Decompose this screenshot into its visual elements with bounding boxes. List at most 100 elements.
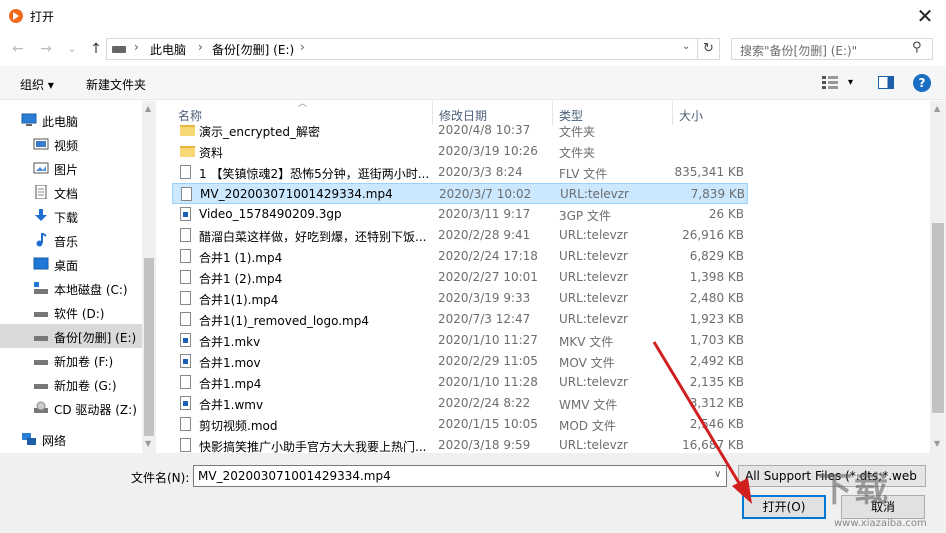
file-name: 合并1 (1).mp4 <box>199 251 283 265</box>
chevron-right-icon[interactable]: › <box>134 40 139 54</box>
breadcrumb-drive-e[interactable]: 备份[勿删] (E:) <box>212 41 294 58</box>
recent-locations-button[interactable]: ⌄ <box>62 40 82 58</box>
sidebar-item-label: 备份[勿删] (E:) <box>54 331 137 345</box>
back-button[interactable]: ← <box>8 40 28 58</box>
file-row[interactable]: 合并1 (2).mp4 2020/2/27 10:01 URL:televzr 1,3… <box>172 267 748 288</box>
sidebar-item-drive-c[interactable]: 本地磁盘 (C:) <box>0 276 142 300</box>
window-title: 打开 <box>30 10 55 24</box>
sidebar-item-drive-e[interactable]: 备份[勿删] (E:) <box>0 324 142 348</box>
file-type: URL:televzr <box>559 270 628 284</box>
file-icon <box>180 207 191 221</box>
drive-icon <box>34 336 48 341</box>
sidebar-item-cd-drive[interactable]: CD 驱动器 (Z:) <box>0 396 142 420</box>
file-size: 835,341 KB <box>674 165 744 179</box>
computer-icon <box>21 113 37 126</box>
sidebar-item-label: 新加卷 (F:) <box>54 355 114 369</box>
file-row[interactable]: Video_1578490209.3gp 2020/3/11 9:17 3GP 文件… <box>172 204 748 225</box>
file-date: 2020/4/8 10:37 <box>438 123 531 137</box>
drive-icon <box>34 384 48 389</box>
sidebar-item-documents[interactable]: 文档 <box>0 180 142 204</box>
sidebar-item-pictures[interactable]: 图片 <box>0 156 142 180</box>
file-name: 合并1.mkv <box>199 335 261 349</box>
sidebar-item-network[interactable]: 网络 <box>0 427 130 451</box>
breadcrumb-this-pc[interactable]: 此电脑 <box>150 41 186 58</box>
file-date: 2020/3/7 10:02 <box>439 187 532 201</box>
file-date: 2020/7/3 12:47 <box>438 312 531 326</box>
file-row[interactable]: MV_20200307100142933​4.mp4 2020/3/7 10:02… <box>172 183 748 204</box>
sidebar-item-label: 文档 <box>54 187 79 201</box>
up-button[interactable]: ↑ <box>86 40 106 58</box>
sidebar-scroll-thumb[interactable] <box>144 258 154 436</box>
sidebar-item-drive-d[interactable]: 软件 (D:) <box>0 300 142 324</box>
file-type: URL:televzr <box>559 438 628 452</box>
column-divider[interactable] <box>432 101 433 125</box>
sidebar-item-downloads[interactable]: 下载 <box>0 204 142 228</box>
watermark-url: www.xiazaiba.com <box>834 518 927 529</box>
file-icon <box>180 375 191 389</box>
file-row[interactable]: 醋溜白菜这样做，好吃到爆，还特别下饭... 2020/2/28 9:41 URL:t… <box>172 225 748 246</box>
view-dropdown-icon[interactable]: ▾ <box>848 77 853 88</box>
file-type: MKV 文件 <box>559 335 614 349</box>
file-type: 文件夹 <box>559 146 596 160</box>
sidebar-item-drive-f[interactable]: 新加卷 (F:) <box>0 348 142 372</box>
sidebar-item-label: 下载 <box>54 211 79 225</box>
file-list-scroll-thumb[interactable] <box>932 223 944 413</box>
column-header-name[interactable]: 名称 <box>178 107 202 124</box>
pictures-folder-icon <box>33 162 49 174</box>
scroll-up-icon[interactable]: ▲ <box>145 104 151 113</box>
documents-folder-icon <box>35 185 47 199</box>
desktop-icon <box>33 257 49 270</box>
sidebar-item-desktop[interactable]: 桌面 <box>0 252 142 276</box>
preview-pane-icon[interactable] <box>878 76 894 89</box>
app-icon <box>9 9 23 23</box>
view-options-icon[interactable] <box>822 76 838 90</box>
search-input[interactable]: 搜索"备份[勿删] (E:)" <box>731 38 933 60</box>
chevron-right-icon[interactable]: › <box>300 40 305 54</box>
chevron-down-icon[interactable]: ⌄ <box>682 41 690 52</box>
sidebar-item-videos[interactable]: 视频 <box>0 132 142 156</box>
file-name: 合并1 (2).mp4 <box>199 272 283 286</box>
file-date: 2020/1/10 11:27 <box>438 333 538 347</box>
sidebar-item-this-pc[interactable]: 此电脑 <box>0 108 130 132</box>
scroll-down-icon[interactable]: ▼ <box>145 439 151 448</box>
file-name: 合并1.mov <box>199 356 261 370</box>
file-name: 演示_encrypted_解密 <box>199 125 320 139</box>
file-date: 2020/2/29 11:05 <box>438 354 538 368</box>
file-row[interactable]: 1 【笑镇惊魂2】恐怖5分钟，逛街两小时... 2020/3/3 8:24 FLV … <box>172 162 748 183</box>
drive-icon <box>34 360 48 365</box>
file-row[interactable]: 合并1(1).mp4 2020/3/19 9:33 URL:televzr 2,480… <box>172 288 748 309</box>
column-header-date[interactable]: 修改日期 <box>439 107 487 124</box>
file-row[interactable]: 合并1(1)_removed_logo.mp4 2020/7/3 12:47 URL… <box>172 309 748 330</box>
search-icon[interactable]: ⚲ <box>912 40 922 55</box>
column-header-size[interactable]: 大小 <box>679 107 703 124</box>
file-name: MV_20200307100142933​4.mp4 <box>200 187 393 201</box>
address-bar[interactable] <box>106 38 698 60</box>
column-header-type[interactable]: 类型 <box>559 107 583 124</box>
organize-menu-button[interactable]: 组织 ▾ <box>20 76 54 93</box>
forward-button[interactable]: → <box>36 40 56 58</box>
drive-icon <box>34 312 48 317</box>
column-divider[interactable] <box>672 101 673 125</box>
column-divider[interactable] <box>552 101 553 125</box>
close-button[interactable]: ✕ <box>910 4 940 28</box>
help-icon[interactable]: ? <box>913 74 931 92</box>
download-icon <box>35 209 47 221</box>
file-size: 26 KB <box>708 207 744 221</box>
sidebar-item-drive-g[interactable]: 新加卷 (G:) <box>0 372 142 396</box>
sidebar-item-label: CD 驱动器 (Z:) <box>54 403 137 417</box>
sidebar-item-music[interactable]: 音乐 <box>0 228 142 252</box>
file-icon <box>180 165 191 179</box>
music-icon <box>36 233 47 247</box>
file-name: 剪切视频.mod <box>199 419 278 433</box>
file-size: 7,839 KB <box>690 187 745 201</box>
file-type: URL:televzr <box>559 375 628 389</box>
file-row[interactable]: 资料 2020/3/19 10:26 文件夹 <box>172 141 748 162</box>
new-folder-button[interactable]: 新建文件夹 <box>86 76 146 93</box>
chevron-right-icon[interactable]: › <box>198 40 203 54</box>
file-name: 合并1.wmv <box>199 398 264 412</box>
refresh-button[interactable]: ↻ <box>698 38 720 60</box>
scroll-up-icon[interactable]: ▲ <box>934 104 940 113</box>
file-row[interactable]: 演示_encrypted_解密 2020/4/8 10:37 文件夹 <box>172 123 748 141</box>
file-row[interactable]: 合并1 (1).mp4 2020/2/24 17:18 URL:televzr 6,8… <box>172 246 748 267</box>
scroll-down-icon[interactable]: ▼ <box>934 439 940 448</box>
